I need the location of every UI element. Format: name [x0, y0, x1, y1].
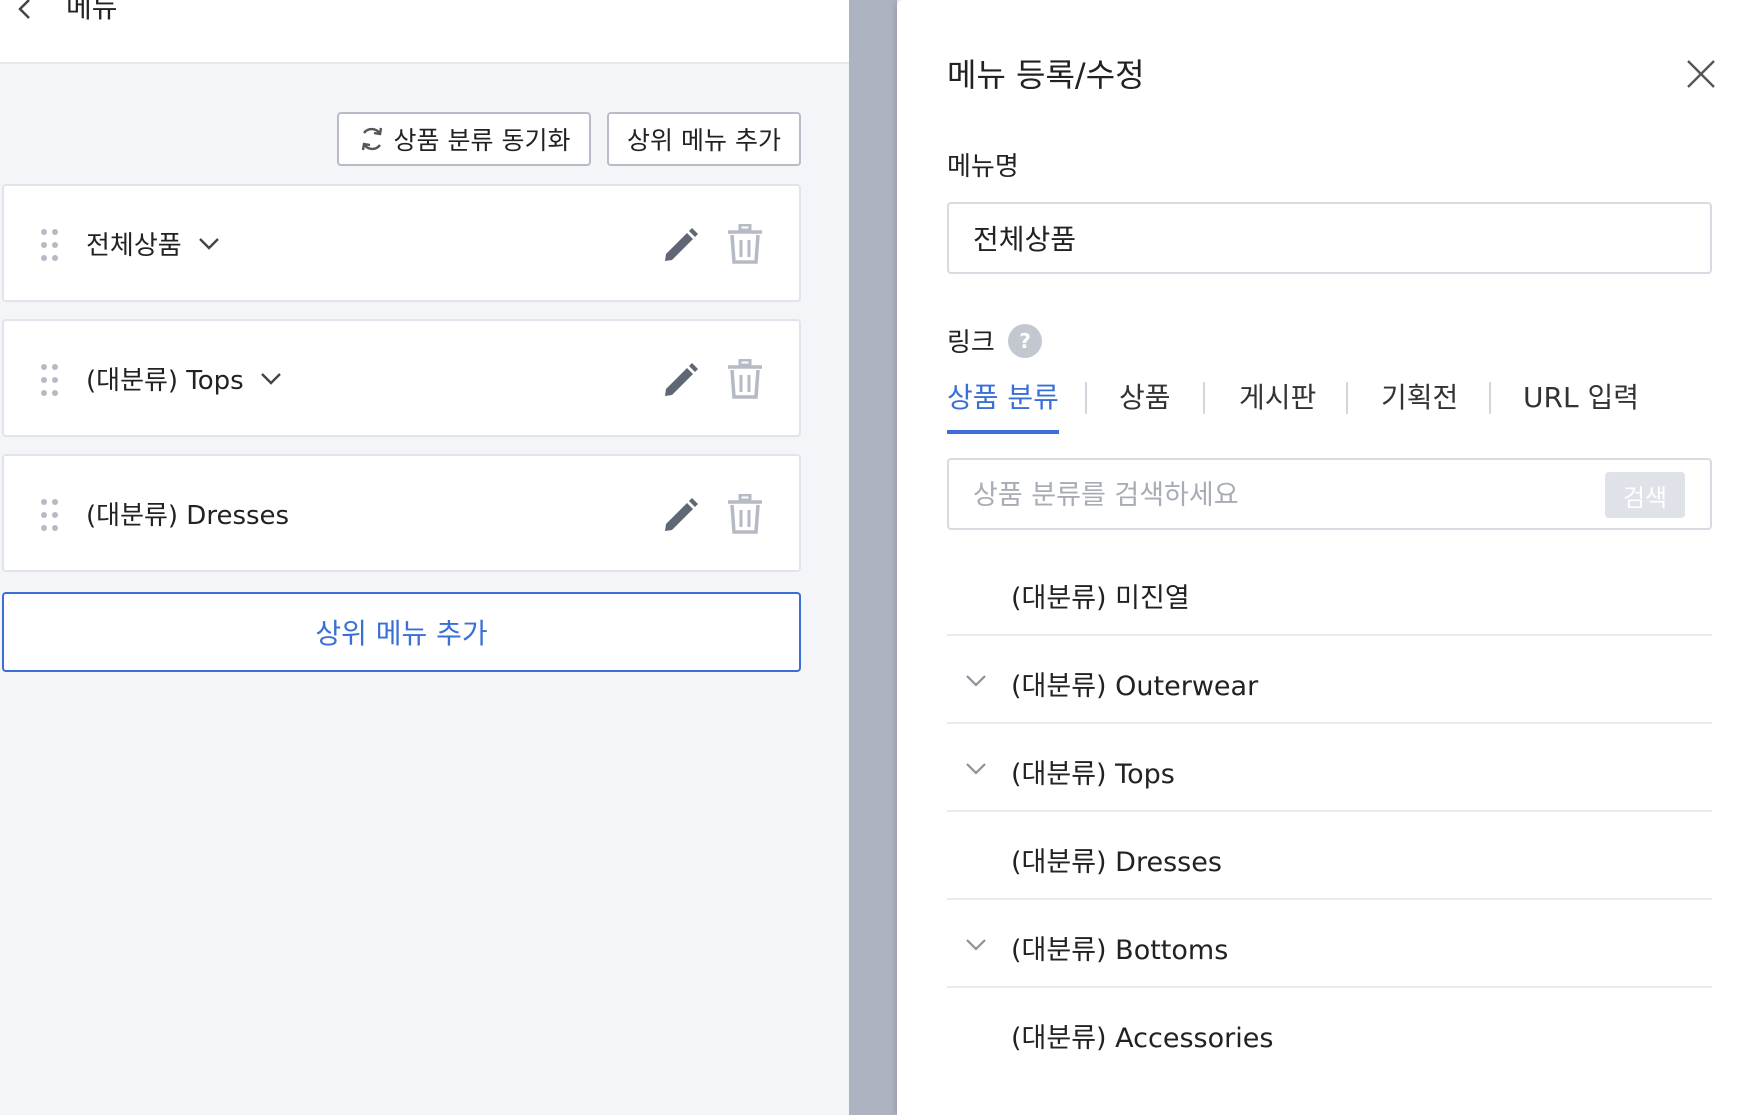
category-label: (대분류) Accessories: [1011, 1023, 1274, 1054]
question-icon[interactable]: ?: [1007, 323, 1043, 359]
search-button[interactable]: 검색: [1605, 472, 1685, 518]
menu-item[interactable]: (대분류) Tops: [2, 319, 801, 437]
category-label: (대분류) Tops: [1011, 759, 1175, 790]
drag-handle-icon[interactable]: [40, 363, 60, 397]
category-list: (대분류) 미진열 (대분류) Outerwear (대분류) Tops (대분…: [947, 548, 1712, 1076]
tab-divider: [1346, 382, 1348, 414]
category-search-box: 검색: [947, 458, 1712, 530]
category-row[interactable]: (대분류) 미진열: [947, 548, 1712, 636]
add-top-menu-button[interactable]: 상위 메뉴 추가: [607, 112, 801, 166]
tab-board[interactable]: 게시판: [1239, 376, 1316, 430]
category-row[interactable]: (대분류) Bottoms: [947, 900, 1712, 988]
menu-name-label: 메뉴명: [947, 152, 1019, 182]
menu-item-label: (대분류) Dresses: [86, 501, 290, 531]
tab-divider: [1489, 382, 1491, 414]
chevron-down-icon[interactable]: [965, 762, 987, 776]
menu-item-label-group: (대분류) Tops: [86, 360, 282, 397]
category-label: (대분류) Bottoms: [1011, 935, 1229, 966]
sync-categories-button[interactable]: 상품 분류 동기화: [337, 112, 591, 166]
menu-item[interactable]: 전체상품: [2, 184, 801, 302]
tab-product[interactable]: 상품: [1119, 376, 1171, 430]
chevron-down-icon[interactable]: [965, 938, 987, 952]
menu-topbar: 메뉴: [0, 0, 849, 64]
category-label: (대분류) Outerwear: [1011, 671, 1259, 702]
tab-promotion[interactable]: 기획전: [1381, 376, 1458, 430]
close-icon[interactable]: [1685, 58, 1717, 90]
menu-name-input[interactable]: [947, 202, 1712, 274]
chevron-down-icon[interactable]: [260, 372, 282, 386]
page-title: 메뉴: [66, 0, 118, 24]
menu-item[interactable]: (대분류) Dresses: [2, 454, 801, 572]
pencil-icon[interactable]: [660, 359, 700, 399]
drag-handle-icon[interactable]: [40, 498, 60, 532]
add-top-menu-bottom-button[interactable]: 상위 메뉴 추가: [2, 592, 801, 672]
link-label-group: 링크 ?: [947, 322, 1043, 359]
link-type-tabs: 상품 분류 상품 게시판 기획전 URL 입력: [947, 376, 1727, 434]
tab-divider: [1085, 382, 1087, 414]
category-label: (대분류) Dresses: [1011, 847, 1222, 878]
menu-item-label-group: (대분류) Dresses: [86, 495, 289, 532]
menu-item-label-group: 전체상품: [86, 225, 220, 262]
sync-categories-label: 상품 분류 동기화: [393, 126, 571, 155]
chevron-down-icon[interactable]: [965, 674, 987, 688]
chevron-left-icon[interactable]: [14, 0, 36, 20]
modal-overlay[interactable]: [849, 0, 897, 1115]
pencil-icon[interactable]: [660, 224, 700, 264]
menu-item-label: (대분류) Tops: [86, 366, 244, 396]
svg-text:?: ?: [1019, 329, 1031, 353]
category-row[interactable]: (대분류) Outerwear: [947, 636, 1712, 724]
trash-icon[interactable]: [726, 359, 764, 399]
drag-handle-icon[interactable]: [40, 228, 60, 262]
category-row[interactable]: (대분류) Tops: [947, 724, 1712, 812]
category-search-input[interactable]: [971, 470, 1575, 520]
menu-item-label: 전체상품: [86, 231, 182, 261]
drawer-title: 메뉴 등록/수정: [947, 56, 1145, 94]
menu-panel: 메뉴 상품 분류 동기화 상위 메뉴 추가 전체상품 (대분류) Tops (대…: [0, 0, 849, 1115]
trash-icon[interactable]: [726, 494, 764, 534]
trash-icon[interactable]: [726, 224, 764, 264]
link-label: 링크: [947, 328, 995, 358]
pencil-icon[interactable]: [660, 494, 700, 534]
category-label: (대분류) 미진열: [1011, 583, 1190, 614]
tab-divider: [1203, 382, 1205, 414]
menu-edit-drawer: 메뉴 등록/수정 메뉴명 링크 ? 상품 분류 상품 게시판 기획전 URL 입…: [897, 0, 1754, 1115]
category-row[interactable]: (대분류) Dresses: [947, 812, 1712, 900]
category-row[interactable]: (대분류) Accessories: [947, 988, 1712, 1076]
sync-icon: [361, 127, 382, 151]
tab-category[interactable]: 상품 분류: [947, 376, 1059, 434]
tab-url-input[interactable]: URL 입력: [1523, 376, 1639, 430]
chevron-down-icon[interactable]: [198, 237, 220, 251]
